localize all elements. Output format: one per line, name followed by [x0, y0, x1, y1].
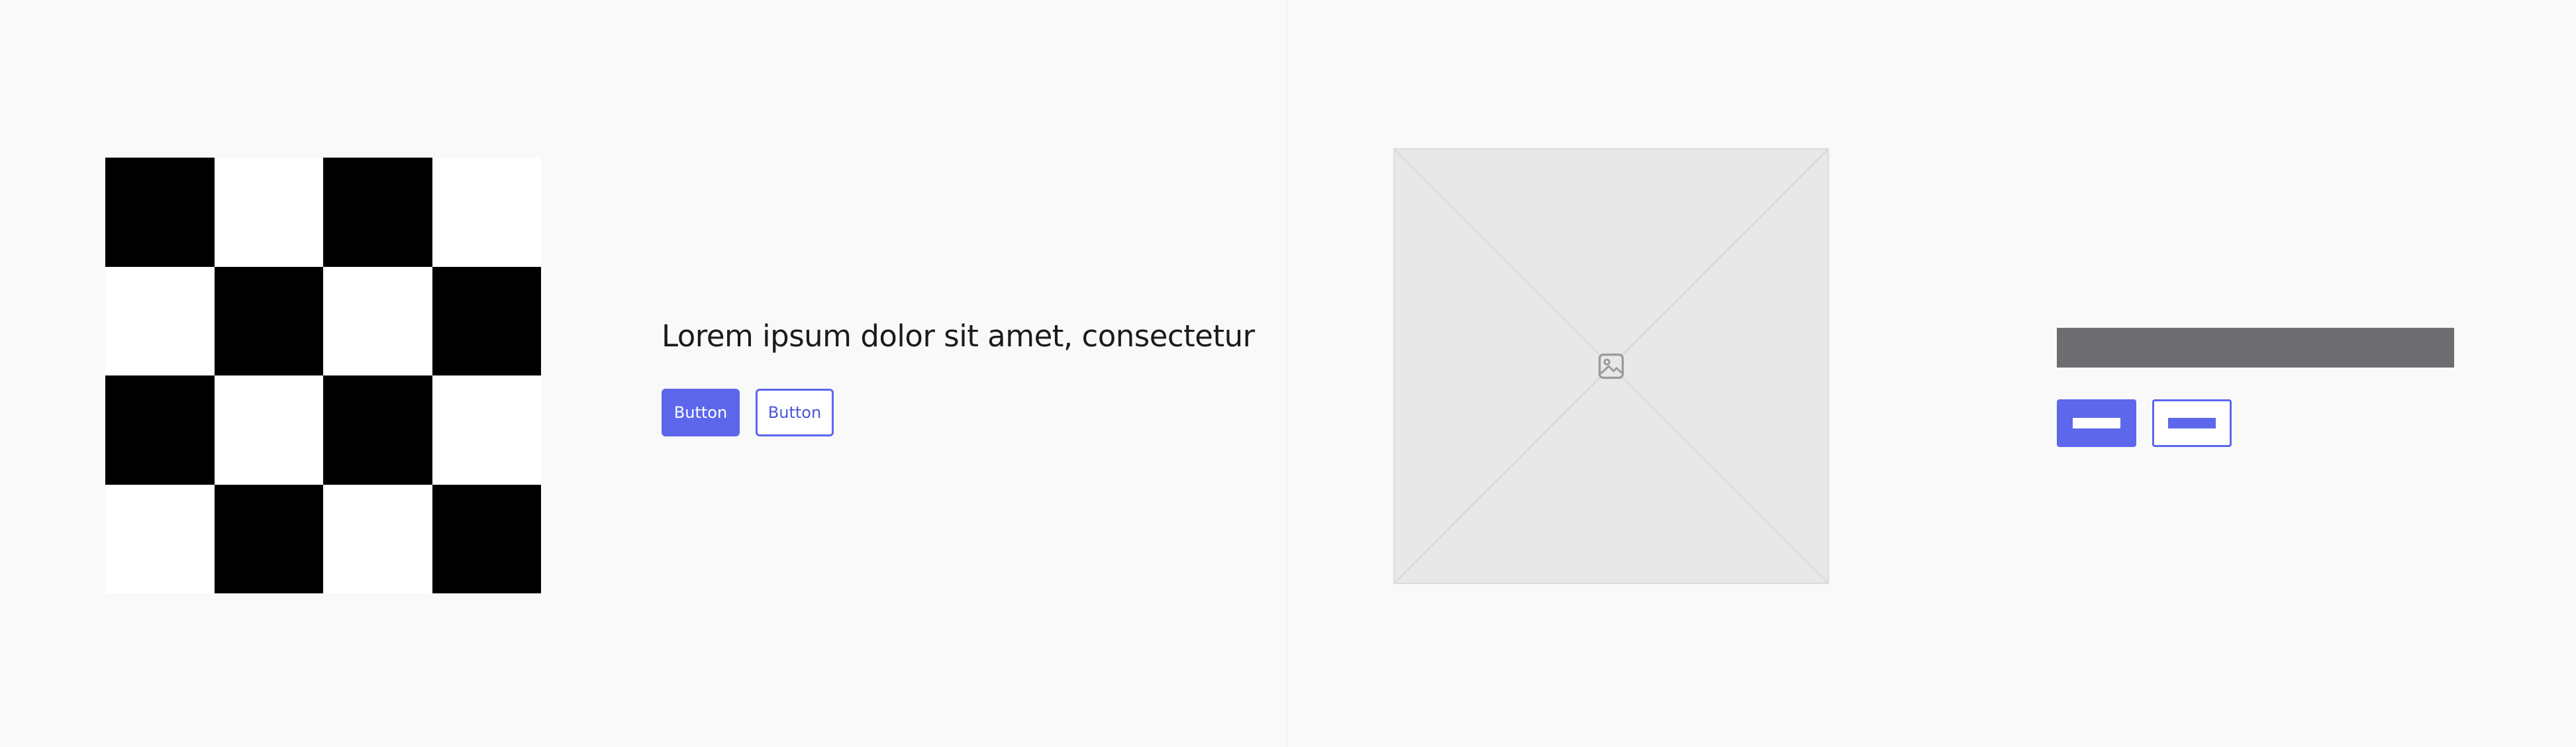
checker-cell	[432, 484, 541, 593]
checker-cell	[432, 158, 541, 267]
checker-cell	[323, 266, 432, 375]
checker-cell	[214, 375, 323, 485]
wireframe-secondary-button[interactable]	[2152, 399, 2232, 447]
checker-cell	[323, 158, 432, 267]
checker-cell	[105, 266, 215, 375]
button-label-placeholder	[2073, 418, 2120, 428]
button-label-placeholder	[2168, 418, 2216, 428]
checker-cell	[432, 266, 541, 375]
image-placeholder	[1393, 148, 1829, 584]
checker-cell	[432, 375, 541, 485]
checker-cell	[105, 375, 215, 485]
checker-cell	[323, 484, 432, 593]
primary-button[interactable]: Button	[662, 389, 740, 436]
secondary-button[interactable]: Button	[756, 389, 834, 436]
text-placeholder-bar	[2057, 328, 2454, 368]
checker-cell	[214, 158, 323, 267]
checkerboard-image	[105, 158, 541, 593]
image-icon	[1598, 353, 1624, 379]
checker-cell	[105, 484, 215, 593]
headline-text: Lorem ipsum dolor sit amet, consectetur	[662, 319, 1255, 354]
wireframe-primary-button[interactable]	[2057, 399, 2136, 447]
checker-cell	[105, 158, 215, 267]
panel-divider	[1286, 0, 1287, 747]
checker-cell	[323, 375, 432, 485]
checker-cell	[214, 484, 323, 593]
checker-cell	[214, 266, 323, 375]
